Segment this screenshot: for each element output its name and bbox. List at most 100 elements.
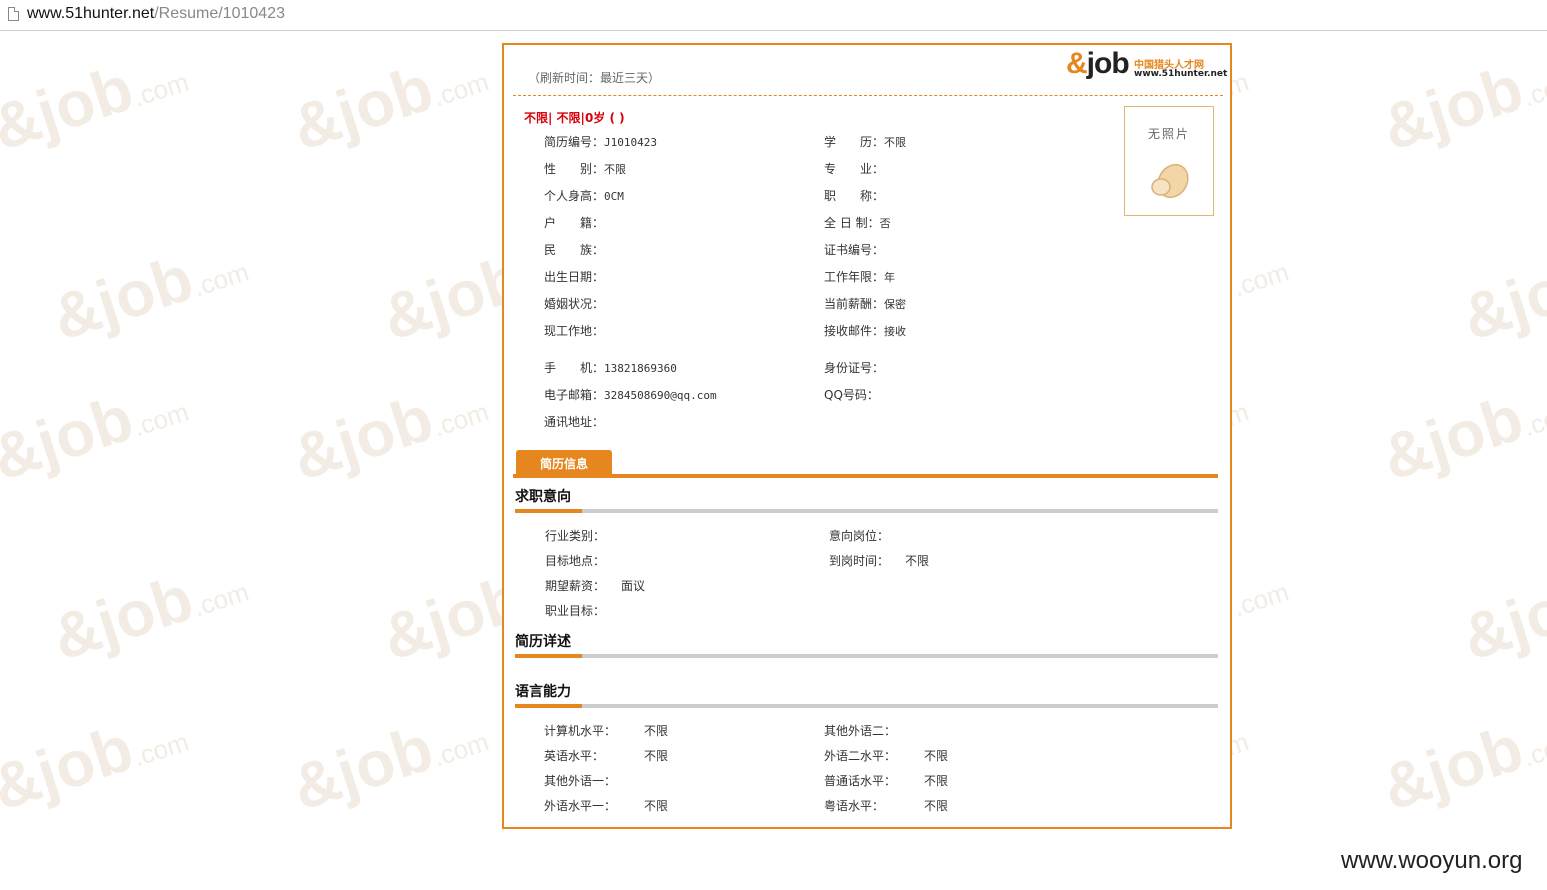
field-row: 证书编号： (824, 241, 884, 258)
url-text[interactable]: www.51hunter.net/Resume/1010423 (27, 5, 285, 23)
section-bar (515, 654, 1218, 658)
resume-card: （刷新时间：最近三天） &job 中国猎头人才网 www.51hunter.ne… (502, 43, 1232, 829)
field-row: 婚姻状况： (544, 295, 604, 312)
field-label: 全 日 制： (824, 216, 880, 230)
section-title-detail: 简历详述 (515, 634, 571, 650)
tab-resume-info[interactable]: 简历信息 (516, 450, 612, 476)
watermark-logo: &job.com (1373, 711, 1547, 824)
field-label: 现工作地： (544, 324, 605, 338)
field-row: 目标地点： (545, 552, 621, 569)
field-value: 不限 (924, 749, 949, 763)
field-value: 接收 (884, 325, 907, 338)
field-label: 普通话水平： (824, 774, 897, 788)
section-bar (515, 704, 1218, 708)
url-host: www.51hunter.net (27, 5, 155, 22)
field-value: 3284508690@qq.com (604, 389, 717, 402)
field-row: 粤语水平： 不限 (824, 797, 948, 814)
watermark-logo: &job.com (1453, 561, 1547, 674)
section-title-job-intent: 求职意向 (515, 489, 571, 505)
logo-url: www.51hunter.net (1134, 69, 1228, 79)
field-row: 专 业： (824, 160, 884, 177)
field-row: 简历编号：J1010423 (544, 133, 657, 150)
field-row: QQ号码： (824, 386, 879, 403)
field-label: 学 历： (824, 135, 885, 149)
field-value: 不限 (905, 554, 930, 568)
photo-label: 无照片 (1147, 127, 1190, 141)
watermark-logo: &job.com (1453, 241, 1547, 354)
logo-mark: &job (1066, 47, 1130, 80)
field-label: 简历编号： (544, 135, 605, 149)
field-label: 接收邮件： (824, 324, 885, 338)
field-label: 计算机水平： (544, 724, 617, 738)
field-label: 专 业： (824, 162, 885, 176)
field-value: 不限 (884, 136, 907, 149)
field-row: 英语水平： 不限 (544, 747, 668, 764)
field-row: 外语二水平： 不限 (824, 747, 948, 764)
field-label: 个人身高： (544, 189, 605, 203)
field-label: 到岗时间： (829, 554, 890, 568)
field-row: 意向岗位： (829, 527, 905, 544)
field-label: 工作年限： (824, 270, 885, 284)
field-value: 不限 (924, 799, 949, 813)
field-value: 13821869360 (604, 362, 677, 375)
field-value: 面议 (621, 579, 646, 593)
page-icon (8, 7, 19, 21)
section-bar (515, 509, 1218, 513)
field-label: 粤语水平： (824, 799, 885, 813)
header-divider (513, 95, 1223, 96)
field-row: 户 籍： (544, 214, 604, 231)
field-row: 手 机：13821869360 (544, 359, 677, 376)
field-row: 计算机水平： 不限 (544, 722, 668, 739)
field-label: 行业类别： (545, 529, 606, 543)
field-label: 民 族： (544, 243, 605, 257)
field-label: 外语二水平： (824, 749, 897, 763)
site-logo[interactable]: &job 中国猎头人才网 www.51hunter.net (1060, 47, 1227, 85)
field-row: 职业目标： (545, 602, 621, 619)
tab-underline (513, 474, 1218, 478)
field-label: 职业目标： (545, 604, 606, 618)
watermark-logo: &job.com (43, 241, 253, 354)
field-row: 学 历：不限 (824, 133, 906, 150)
watermark-logo: &job.com (1373, 51, 1547, 164)
field-row: 民 族： (544, 241, 604, 258)
field-value: 否 (879, 217, 891, 230)
field-row: 性 别：不限 (544, 160, 626, 177)
watermark-logo: &job.com (0, 711, 193, 824)
field-label: 职 称： (824, 189, 885, 203)
field-label: 当前薪酬： (824, 297, 885, 311)
field-row: 个人身高：0CM (544, 187, 624, 204)
field-label: 英语水平： (544, 749, 605, 763)
field-label: 外语水平一： (544, 799, 617, 813)
field-value: 年 (884, 271, 896, 284)
watermark-logo: &job.com (0, 381, 193, 494)
field-label: 期望薪资： (545, 579, 606, 593)
field-label: 出生日期： (544, 270, 605, 284)
field-label: 其他外语二： (824, 724, 897, 738)
field-row: 电子邮箱：3284508690@qq.com (544, 386, 717, 403)
field-value: 保密 (884, 298, 907, 311)
field-row: 出生日期： (544, 268, 604, 285)
field-value: 不限 (924, 774, 949, 788)
field-label: 电子邮箱： (544, 388, 605, 402)
field-label: 通讯地址： (544, 415, 605, 429)
field-row: 到岗时间： 不限 (829, 552, 929, 569)
field-row: 身份证号： (824, 359, 884, 376)
resume-headline: 不限| 不限|0岁 ( ) (524, 111, 625, 125)
field-label: 意向岗位： (829, 529, 890, 543)
photo-box: 无照片 (1124, 106, 1214, 216)
url-path: /Resume/1010423 (154, 5, 285, 22)
field-row: 其他外语一： (544, 772, 644, 789)
field-label: 其他外语一： (544, 774, 617, 788)
field-label: 性 别： (544, 162, 605, 176)
field-row: 接收邮件：接收 (824, 322, 906, 339)
watermark-logo: &job.com (283, 711, 493, 824)
watermark-logo: &job.com (1373, 381, 1547, 494)
field-label: 婚姻状况： (544, 297, 605, 311)
watermark-logo: &job.com (43, 561, 253, 674)
watermark-logo: &job.com (283, 51, 493, 164)
field-row: 工作年限：年 (824, 268, 895, 285)
watermark-logo: &job.com (0, 51, 193, 164)
no-photo-icon (1151, 163, 1189, 199)
field-label: 目标地点： (545, 554, 606, 568)
address-bar[interactable]: www.51hunter.net/Resume/1010423 (0, 0, 1547, 31)
